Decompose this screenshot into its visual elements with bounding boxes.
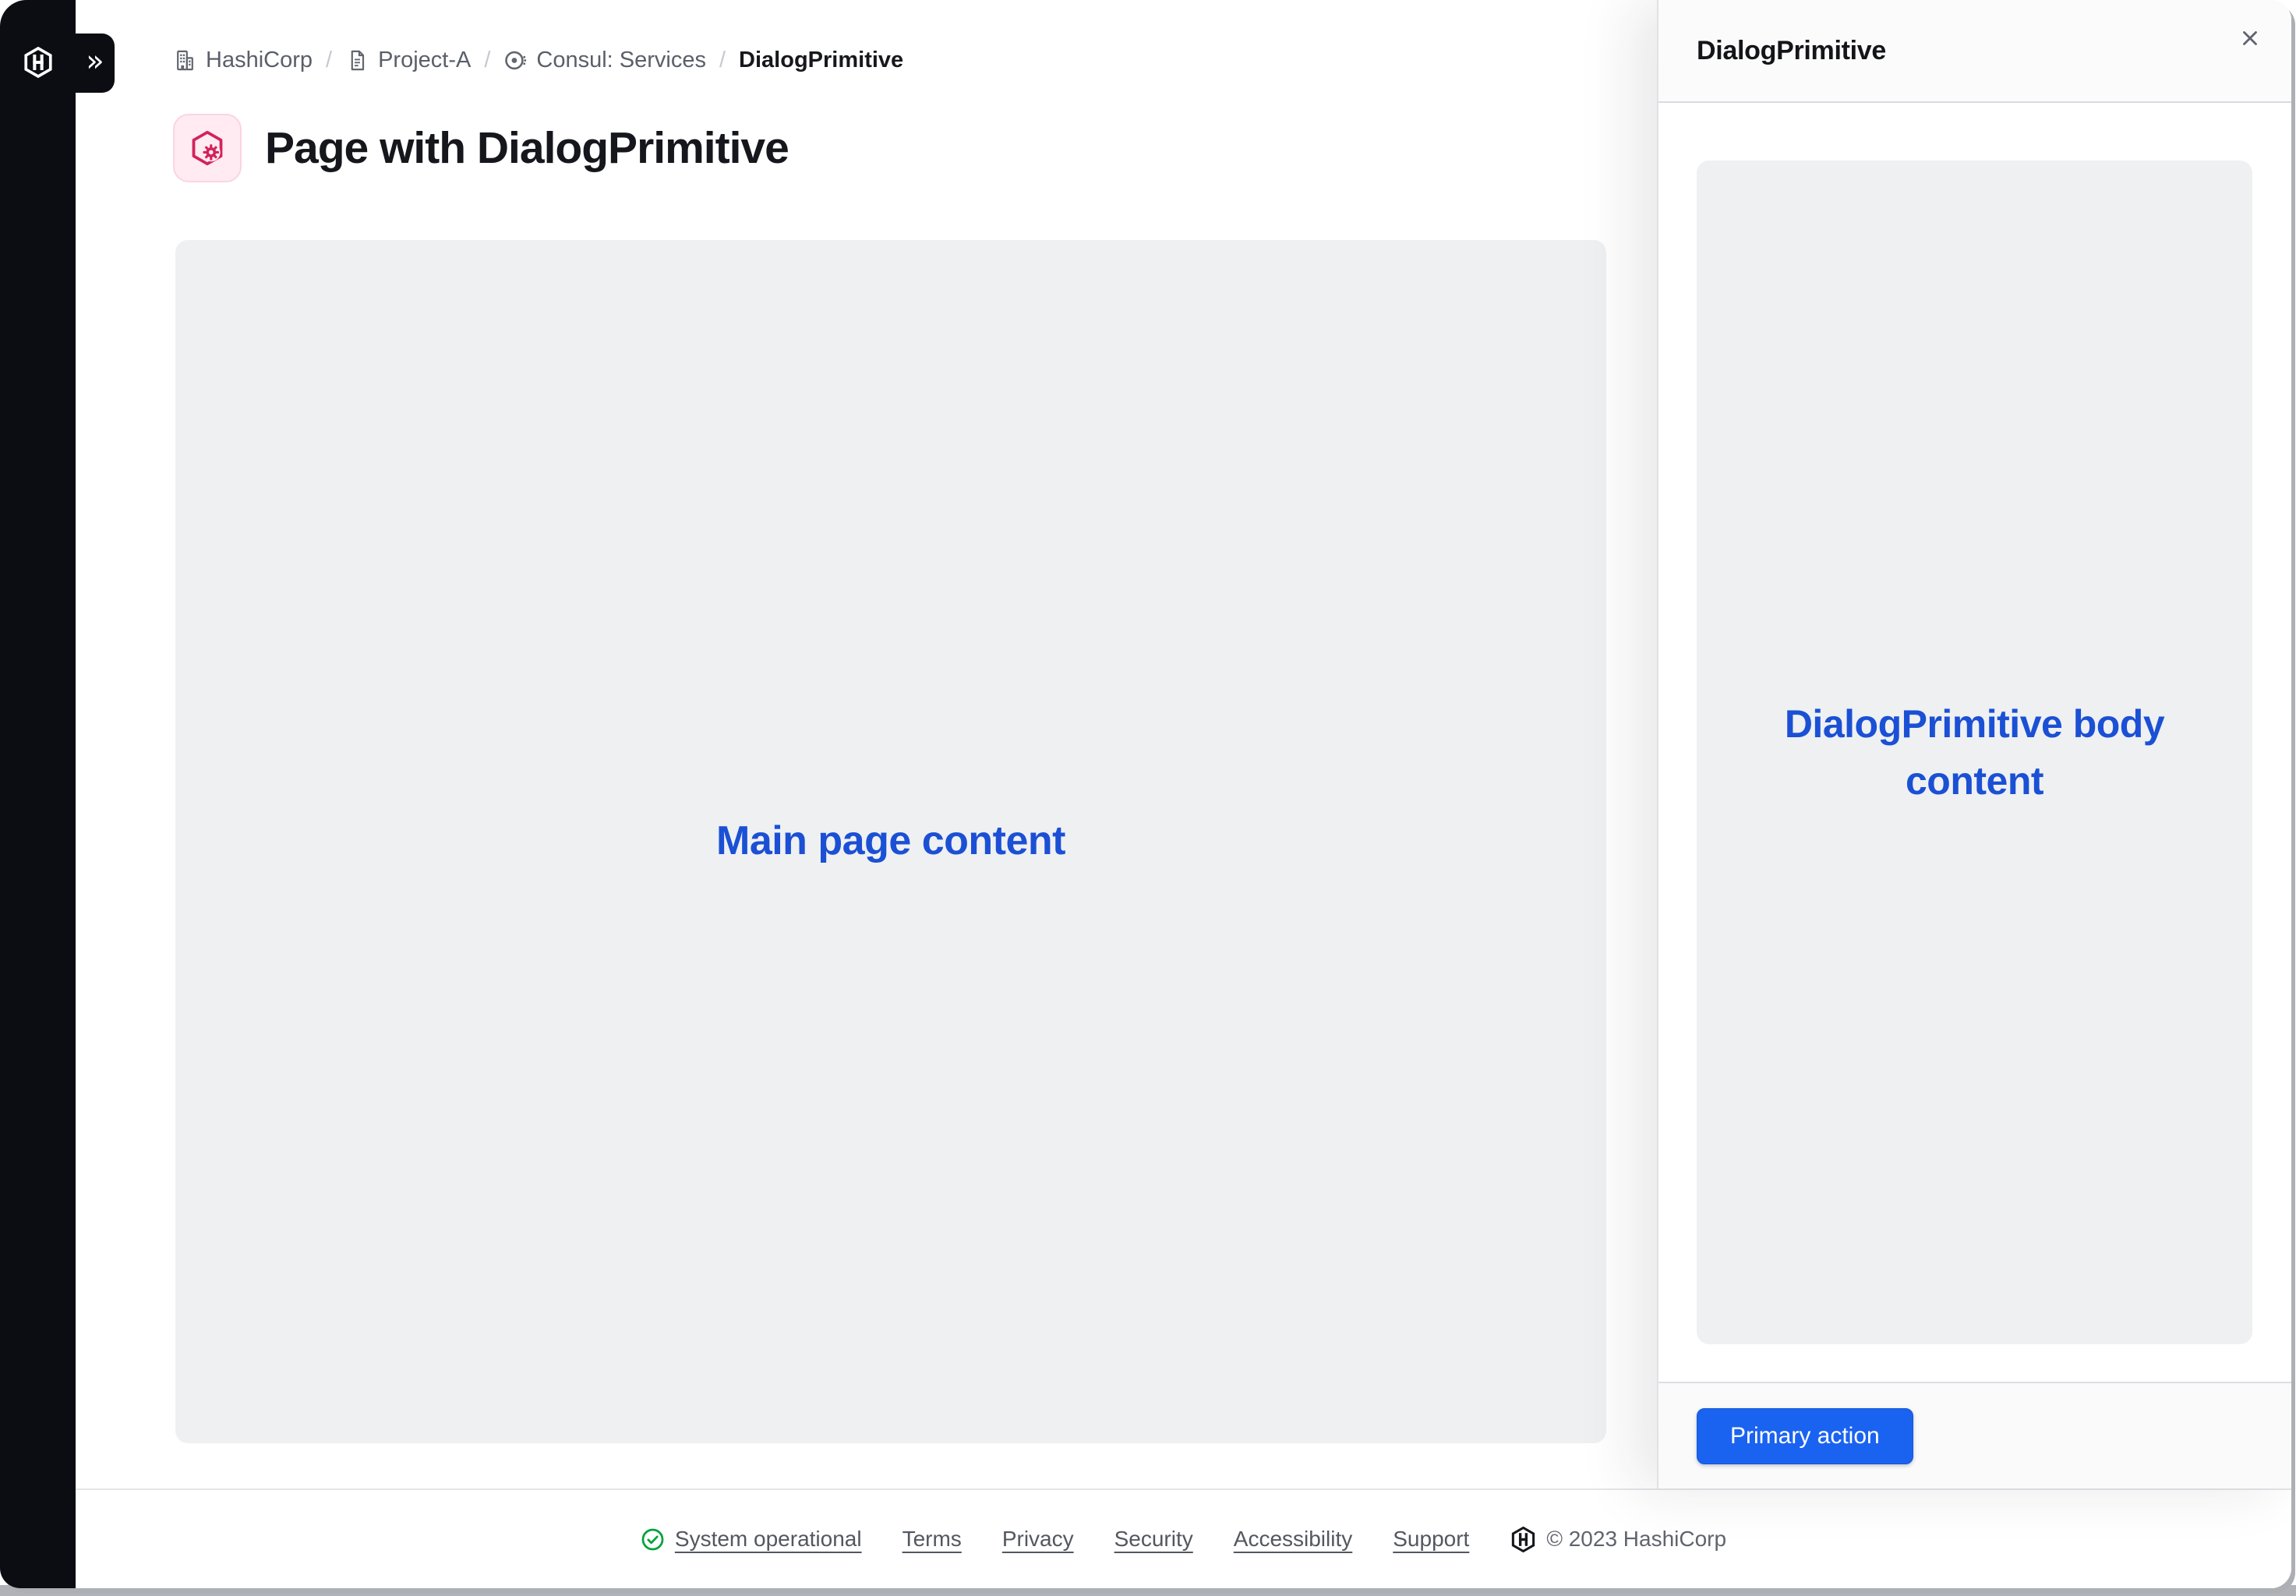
building-icon — [173, 48, 197, 72]
breadcrumb-item-dialogprimitive: DialogPrimitive — [739, 48, 903, 73]
breadcrumb-item-project-a[interactable]: Project-A — [345, 48, 471, 73]
dialog-panel: DialogPrimitive DialogPrimitive body con… — [1657, 0, 2291, 1488]
copyright-text: © 2023 HashiCorp — [1546, 1527, 1726, 1552]
footer-link-accessibility[interactable]: Accessibility — [1234, 1527, 1352, 1552]
consul-icon — [503, 48, 528, 72]
hashicorp-logo-icon[interactable] — [22, 46, 55, 79]
page-title: Page with DialogPrimitive — [265, 122, 789, 174]
main-placeholder: Main page content — [175, 240, 1606, 1443]
main-placeholder-text: Main page content — [716, 812, 1065, 870]
sidebar-expand-button[interactable]: » — [76, 34, 115, 93]
breadcrumb-item-consul-services[interactable]: Consul: Services — [503, 48, 706, 73]
app-footer: System operational Terms Privacy Securit… — [76, 1488, 2291, 1588]
primary-action-button[interactable]: Primary action — [1697, 1408, 1913, 1464]
breadcrumb-separator: / — [719, 48, 726, 73]
dialog-title: DialogPrimitive — [1697, 36, 1886, 66]
consul-service-gear-icon — [188, 129, 227, 168]
breadcrumb-label: Consul: Services — [536, 48, 706, 73]
breadcrumb-separator: / — [484, 48, 490, 73]
app-window: HashiCorp / Project-A / — [0, 0, 2291, 1588]
system-status-label: System operational — [675, 1527, 862, 1552]
page-title-icon-badge — [173, 114, 242, 182]
breadcrumb-separator: / — [326, 48, 332, 73]
chevrons-right-icon: » — [86, 46, 104, 76]
breadcrumb: HashiCorp / Project-A / — [173, 42, 903, 78]
dialog-footer: Primary action — [1658, 1382, 2291, 1488]
footer-link-support[interactable]: Support — [1393, 1527, 1469, 1552]
footer-copyright: © 2023 HashiCorp — [1510, 1526, 1726, 1553]
footer-link-privacy[interactable]: Privacy — [1002, 1527, 1074, 1552]
dialog-body: DialogPrimitive body content — [1658, 103, 2291, 1382]
footer-link-security[interactable]: Security — [1114, 1527, 1193, 1552]
dialog-close-button[interactable] — [2229, 17, 2271, 59]
system-status-link[interactable]: System operational — [641, 1527, 862, 1552]
close-icon — [2238, 26, 2262, 50]
breadcrumb-label: DialogPrimitive — [739, 48, 903, 73]
dialog-header: DialogPrimitive — [1658, 0, 2291, 103]
footer-link-terms[interactable]: Terms — [903, 1527, 962, 1552]
screen: HashiCorp / Project-A / — [0, 0, 2296, 1596]
sidebar — [0, 0, 76, 1588]
dialog-body-placeholder-text: DialogPrimitive body content — [1772, 696, 2178, 809]
breadcrumb-item-hashicorp[interactable]: HashiCorp — [173, 48, 313, 73]
hashicorp-logo-icon — [1510, 1526, 1537, 1553]
check-circle-icon — [641, 1527, 665, 1552]
file-icon — [345, 48, 369, 72]
breadcrumb-label: HashiCorp — [206, 48, 313, 73]
breadcrumb-label: Project-A — [378, 48, 471, 73]
dialog-body-placeholder: DialogPrimitive body content — [1697, 161, 2252, 1344]
page-title-row: Page with DialogPrimitive — [173, 114, 789, 182]
